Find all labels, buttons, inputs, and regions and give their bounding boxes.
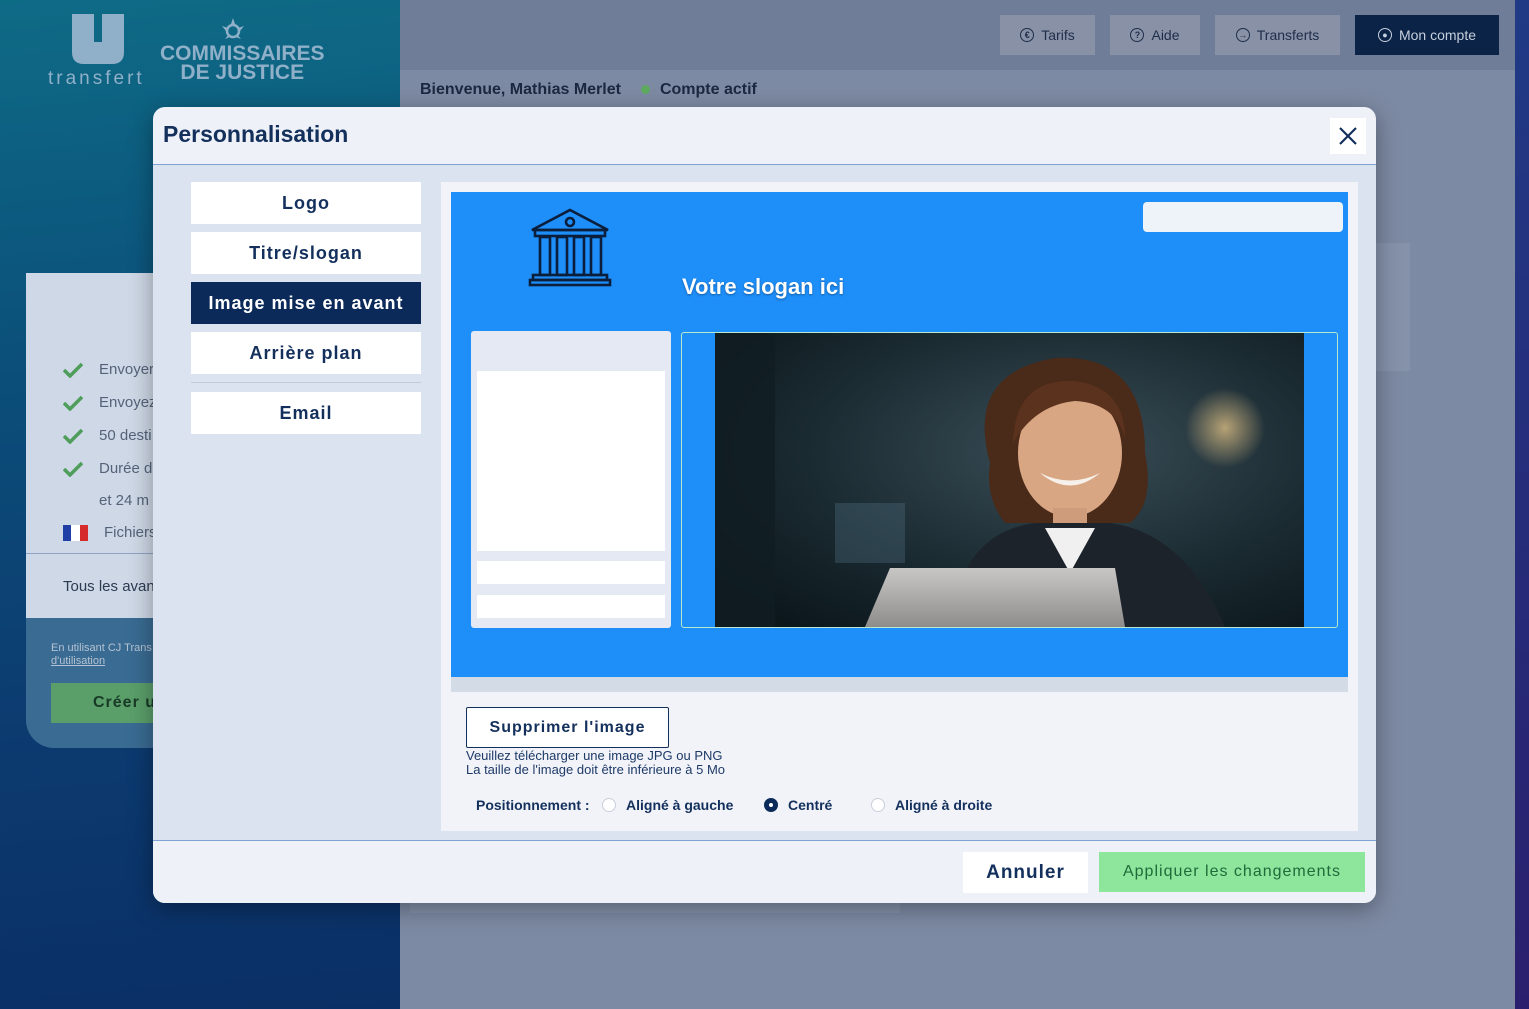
check-icon	[63, 362, 83, 378]
preview-field	[477, 561, 665, 584]
modal-body: Logo Titre/slogan Image mise en avant Ar…	[153, 165, 1376, 841]
page-preview: Votre slogan ici	[451, 192, 1348, 677]
aide-button[interactable]: ? Aide	[1110, 15, 1200, 55]
nav-divider	[191, 382, 421, 383]
preview-search-bar	[1143, 202, 1343, 232]
feature-item: et 24 m	[99, 492, 150, 509]
preview-slogan: Votre slogan ici	[682, 274, 845, 299]
euro-icon: €	[1020, 28, 1035, 42]
apply-changes-button[interactable]: Appliquer les changements	[1099, 852, 1365, 892]
upload-hint: Veuillez télécharger une image JPG ou PN…	[466, 748, 726, 777]
nav-item-background[interactable]: Arrière plan	[191, 332, 421, 374]
partner-name: COMMISSAIRES DE JUSTICE	[160, 42, 325, 84]
nav-item-title-slogan[interactable]: Titre/slogan	[191, 232, 421, 274]
cancel-button[interactable]: Annuler	[963, 852, 1088, 893]
feature-item: Envoyez	[63, 394, 157, 411]
position-right-option[interactable]: Aligné à droite	[871, 797, 992, 813]
position-left-option[interactable]: Aligné à gauche	[602, 797, 733, 813]
close-icon	[1339, 127, 1357, 145]
check-icon	[63, 428, 83, 444]
french-flag-icon	[63, 524, 88, 541]
help-icon: ?	[1130, 28, 1145, 42]
tarifs-button[interactable]: € Tarifs	[1000, 15, 1095, 55]
justice-star-icon	[222, 18, 244, 39]
feature-item: Envoyer	[63, 361, 154, 378]
modal-header: Personnalisation	[153, 107, 1376, 165]
editor-panel: Votre slogan ici Supprimer l'image Veuil…	[441, 182, 1358, 831]
modal-footer: Annuler Appliquer les changements	[153, 840, 1376, 903]
logo-wordmark: transfert	[48, 68, 145, 89]
nav-item-logo[interactable]: Logo	[191, 182, 421, 224]
modal-title: Personnalisation	[163, 121, 349, 147]
check-icon	[63, 395, 83, 411]
positioning-label: Positionnement :	[476, 797, 590, 813]
radio-right[interactable]	[871, 798, 885, 812]
preview-upload-form	[471, 331, 671, 628]
feature-item: Fichiers	[63, 524, 157, 541]
welcome-bar: Bienvenue, Mathias Merlet Compte actif	[420, 81, 757, 99]
courthouse-icon	[528, 208, 612, 287]
nav-item-email[interactable]: Email	[191, 392, 421, 434]
mon-compte-button[interactable]: ● Mon compte	[1355, 15, 1499, 55]
brand-logo[interactable]: transfert COMMISSAIRES DE JUSTICE	[48, 14, 325, 94]
check-icon	[63, 461, 83, 477]
remove-image-button[interactable]: Supprimer l'image	[466, 707, 669, 748]
radio-center[interactable]	[764, 798, 778, 812]
feature-item: 50 desti	[63, 427, 152, 444]
position-center-option[interactable]: Centré	[764, 797, 832, 813]
terms-text: En utilisant CJ Trans d'utilisation	[51, 642, 152, 667]
close-button[interactable]	[1330, 118, 1366, 154]
status-dot-icon	[640, 85, 650, 94]
transfert-logo-icon	[72, 14, 124, 64]
edge-strip	[1515, 0, 1529, 1009]
featured-image	[715, 333, 1304, 627]
nav-item-featured-image[interactable]: Image mise en avant	[191, 282, 421, 324]
welcome-greeting: Bienvenue, Mathias Merlet	[420, 81, 621, 98]
personalisation-modal: Personnalisation Logo Titre/slogan Image…	[153, 107, 1376, 903]
preview-dropzone	[477, 371, 665, 551]
transfer-arrow-icon: →	[1235, 28, 1250, 42]
plan-footer: Tous les avan	[63, 578, 155, 595]
preview-container: Votre slogan ici	[451, 192, 1348, 692]
transferts-button[interactable]: → Transferts	[1215, 15, 1340, 55]
preview-field	[477, 595, 665, 618]
terms-link[interactable]: d'utilisation	[51, 655, 105, 667]
featured-photo	[715, 333, 1304, 627]
top-bar	[400, 0, 1515, 70]
account-status: Compte actif	[640, 81, 757, 99]
user-icon: ●	[1377, 28, 1392, 42]
radio-left[interactable]	[602, 798, 616, 812]
feature-item: Durée d	[63, 460, 152, 477]
